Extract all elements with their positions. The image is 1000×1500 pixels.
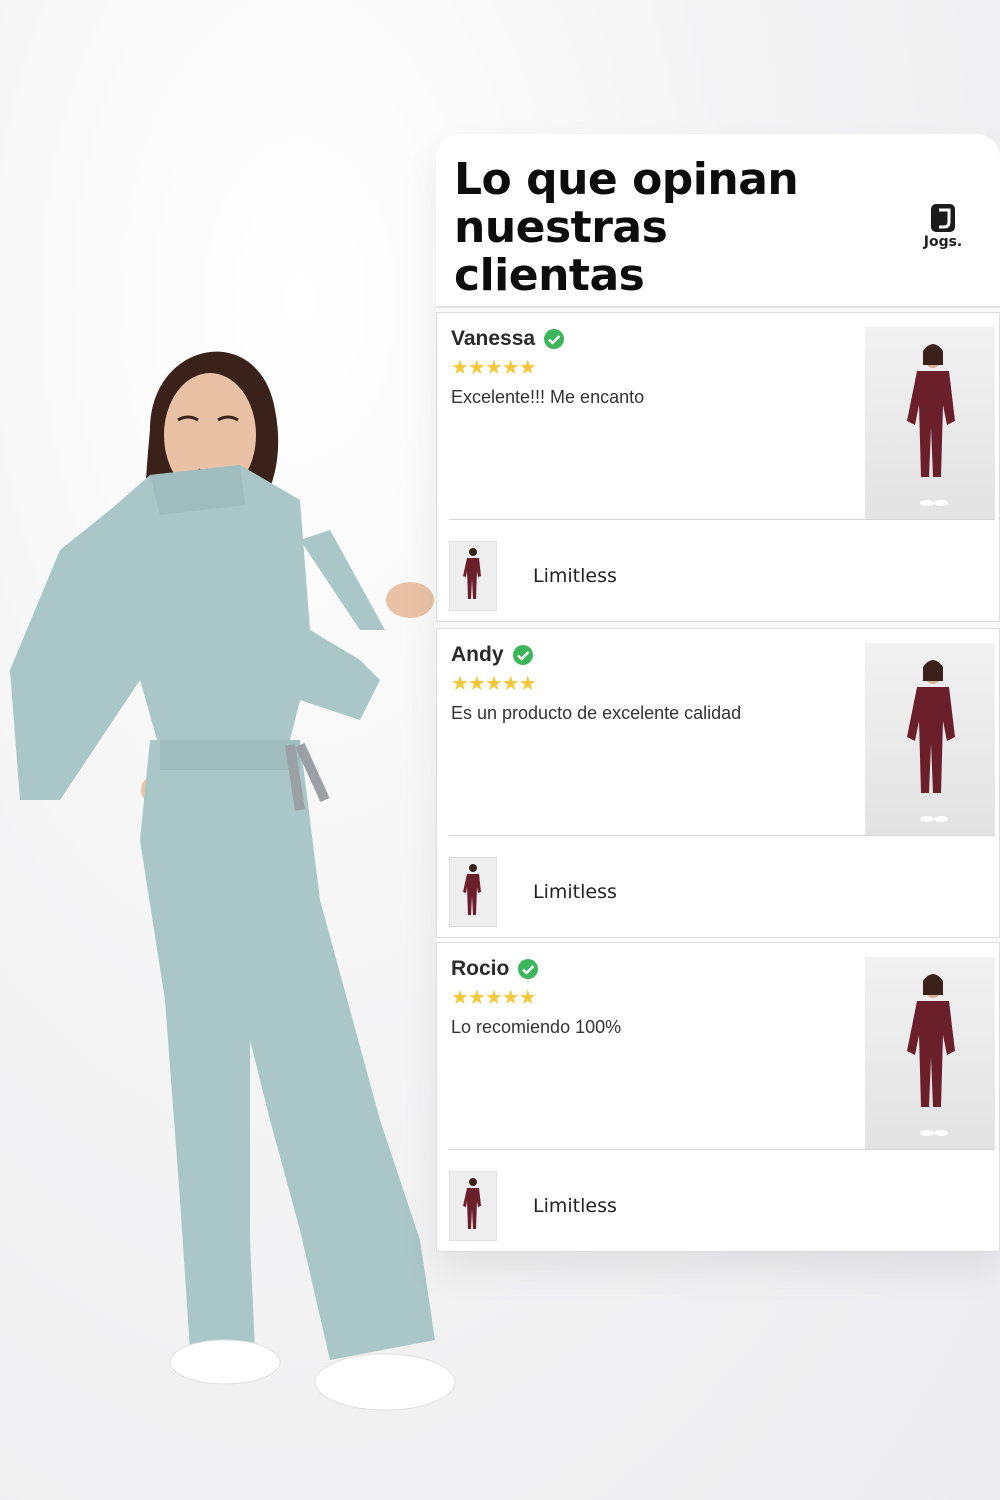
divider [449,519,995,520]
review-text: Lo recomiendo 100% [451,1017,622,1037]
brand-name: Jogs. [923,234,963,250]
page-title: Lo que opinan nuestras clientas [454,156,834,300]
review-card: Vanessa ★★★★★ Excelente!!! Me encanto Li… [436,312,1000,622]
reviewer-row: Rocio [451,957,539,981]
review-card: Rocio ★★★★★ Lo recomiendo 100% Limitless [436,942,1000,1252]
title-line: clientas [454,250,645,301]
reviewer-name: Vanessa [451,327,536,350]
reviewer-name: Andy [451,643,504,666]
reviewer-row: Andy [451,643,534,667]
verified-check-icon [518,959,539,979]
reviewer-name: Rocio [451,957,510,980]
star-rating: ★★★★★ [451,357,537,379]
product-link[interactable]: Limitless [449,1171,673,1241]
model-photo [0,300,470,1440]
product-name[interactable]: Limitless [521,861,673,923]
divider [449,835,995,836]
review-photo[interactable] [865,643,995,835]
panel-header: Lo que opinan nuestras clientas Jogs. [436,134,1000,308]
review-card: Andy ★★★★★ Es un producto de excelente c… [436,628,1000,938]
product-thumbnail[interactable] [449,857,497,927]
verified-check-icon [544,329,565,349]
review-text: Es un producto de excelente calidad [451,703,742,723]
review-photo[interactable] [865,957,995,1149]
review-text: Excelente!!! Me encanto [451,387,645,407]
title-line: Lo que opinan [454,154,799,205]
reviewer-row: Vanessa [451,327,565,351]
jogs-logo-icon [931,204,955,232]
verified-check-icon [512,645,533,665]
brand-logo: Jogs. [916,200,970,260]
reviews-panel: Lo que opinan nuestras clientas Jogs. Va… [436,134,1000,1252]
product-name[interactable]: Limitless [521,1175,673,1237]
divider [449,1149,995,1150]
star-rating: ★★★★★ [451,673,537,695]
product-thumbnail[interactable] [449,1171,497,1241]
review-photo[interactable] [865,327,995,519]
title-line: nuestras [454,202,668,253]
product-link[interactable]: Limitless [449,541,673,611]
star-rating: ★★★★★ [451,987,537,1009]
product-link[interactable]: Limitless [449,857,673,927]
product-name[interactable]: Limitless [521,545,673,607]
product-thumbnail[interactable] [449,541,497,611]
